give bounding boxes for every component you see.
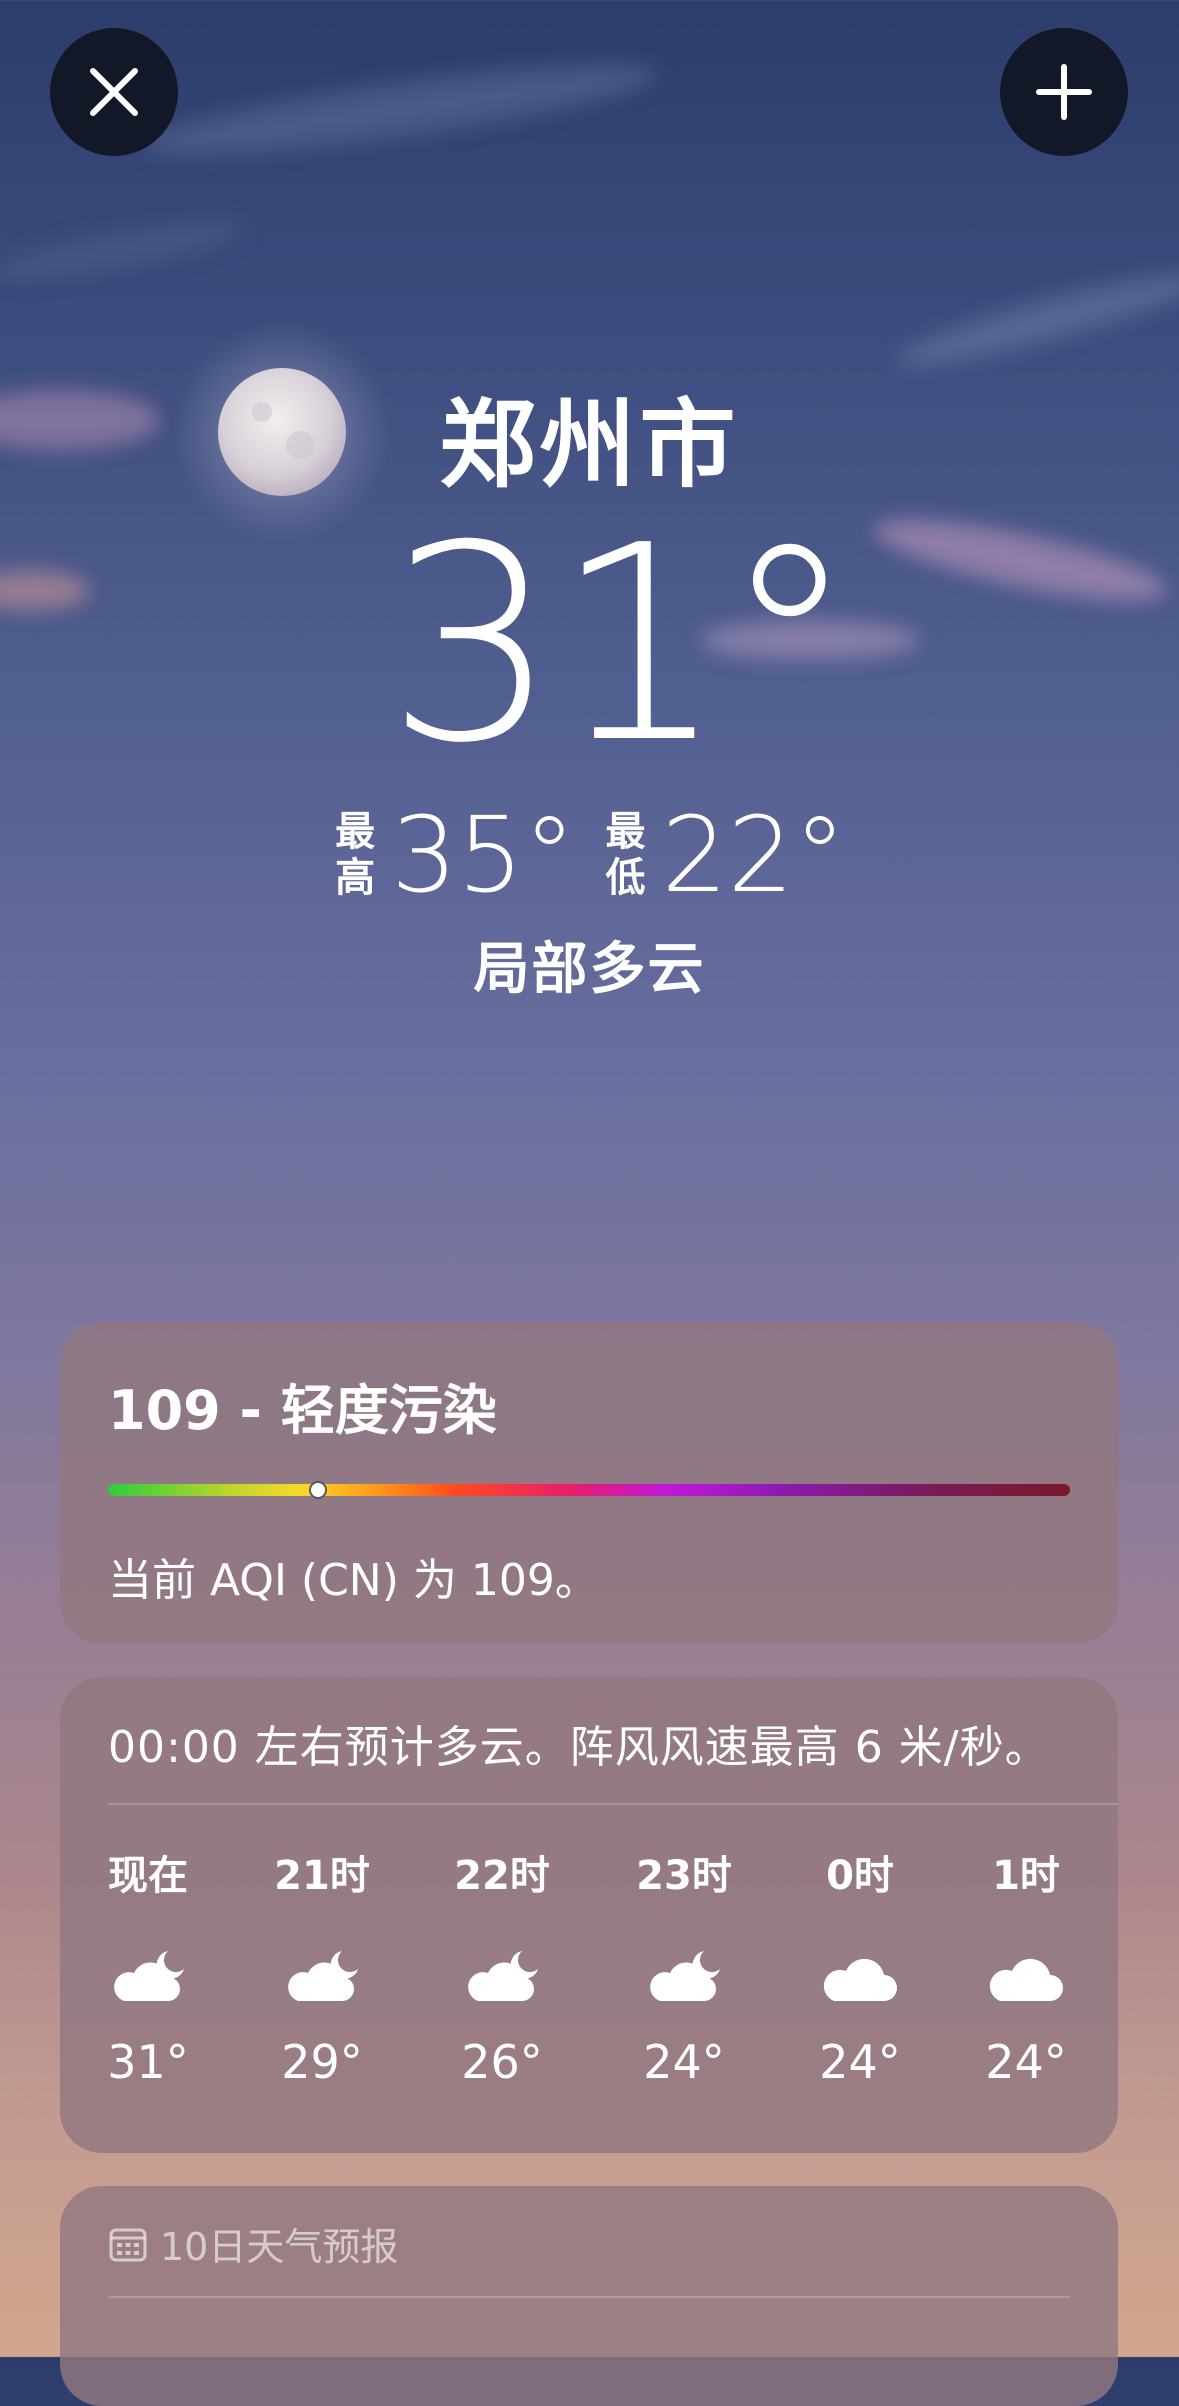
hour-temperature: 24°	[643, 2035, 725, 2089]
hour-item: 1时 24°	[946, 1843, 1106, 2089]
forecast-header: 10日天气预报	[108, 2216, 398, 2271]
hour-item: 现在 31°	[68, 1843, 228, 2089]
cloud-moon-icon	[68, 1927, 228, 2027]
cloud-moon-icon	[242, 1927, 402, 2027]
high-label: 最高	[335, 809, 376, 901]
hour-time: 23时	[636, 1853, 732, 1899]
hour-time: 21时	[274, 1853, 370, 1899]
high-value: 35°	[391, 794, 576, 916]
cloud-moon-icon	[422, 1927, 582, 2027]
hourly-list[interactable]: 现在 31° 21时 29° 22时 26° 23时 24° 0时 24° 1时…	[60, 1843, 1118, 2133]
cloud-icon	[946, 1927, 1106, 2027]
close-button[interactable]	[50, 28, 178, 156]
hour-item: 23时 24°	[604, 1843, 764, 2089]
aqi-scale-bar	[108, 1484, 1070, 1496]
divider	[108, 1803, 1118, 1805]
aqi-description: 当前 AQI (CN) 为 109。	[108, 1555, 599, 1606]
cloud-moon-icon	[604, 1927, 764, 2027]
high-low-temperatures: 最高 35° 最低 22°	[0, 800, 1179, 910]
low-temperature: 最低 22°	[604, 800, 846, 910]
current-weather-header: 郑州市 31° 最高 35° 最低 22° 局部多云	[0, 390, 1179, 1005]
close-icon	[90, 68, 138, 116]
calendar-icon	[109, 2228, 147, 2261]
hour-item: 21时 29°	[242, 1843, 402, 2089]
air-quality-card[interactable]: 109 - 轻度污染 当前 AQI (CN) 为 109。	[60, 1322, 1118, 1644]
hour-time: 0时	[826, 1853, 894, 1899]
high-temperature: 最高 35°	[333, 800, 575, 910]
cloud-icon	[780, 1927, 940, 2027]
hour-temperature: 26°	[461, 2035, 543, 2089]
divider	[108, 2296, 1070, 2298]
hour-item: 0时 24°	[780, 1843, 940, 2089]
forecast-title: 10日天气预报	[160, 2225, 399, 2269]
add-location-button[interactable]	[1000, 28, 1128, 156]
hour-temperature: 24°	[985, 2035, 1067, 2089]
hour-temperature: 24°	[819, 2035, 901, 2089]
hour-time: 现在	[108, 1853, 188, 1899]
hour-temperature: 29°	[281, 2035, 363, 2089]
current-temperature: 31°	[386, 487, 857, 802]
hour-time: 1时	[992, 1853, 1060, 1899]
hourly-summary: 00:00 左右预计多云。阵风风速最高 6 米/秒。	[108, 1722, 1050, 1773]
plus-icon	[1036, 64, 1092, 120]
ten-day-forecast-card[interactable]: 10日天气预报	[60, 2186, 1118, 2406]
low-label: 最低	[605, 809, 646, 901]
hour-item: 22时 26°	[422, 1843, 582, 2089]
city-name: 郑州市	[439, 389, 740, 501]
low-value: 22°	[661, 794, 846, 916]
aqi-indicator	[308, 1481, 327, 1499]
hourly-forecast-card[interactable]: 00:00 左右预计多云。阵风风速最高 6 米/秒。 现在 31° 21时 29…	[60, 1677, 1118, 2153]
weather-condition: 局部多云	[473, 937, 706, 1002]
hour-time: 22时	[454, 1853, 550, 1899]
aqi-title: 109 - 轻度污染	[108, 1379, 497, 1442]
hour-temperature: 31°	[107, 2035, 189, 2089]
